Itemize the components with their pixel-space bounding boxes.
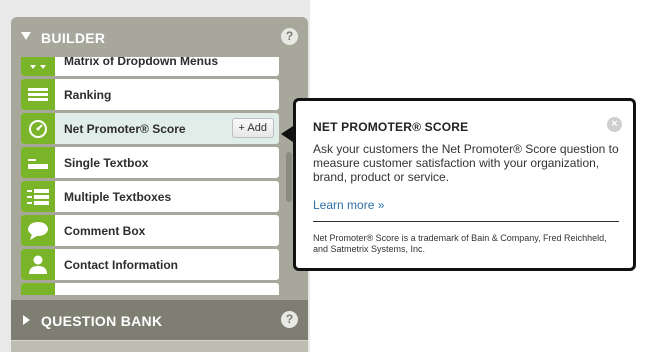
question-type-ranking[interactable]: Ranking	[21, 79, 279, 110]
item-label: Single Textbox	[64, 155, 149, 170]
tooltip-title: NET PROMOTER® SCORE	[313, 120, 469, 134]
close-icon[interactable]: ×	[607, 117, 622, 132]
list-scrollbar[interactable]	[286, 152, 292, 202]
speech-bubble-icon	[21, 215, 55, 246]
ranking-icon	[21, 79, 55, 110]
expand-triangle-icon[interactable]	[23, 315, 30, 325]
partial-item-icon	[21, 283, 55, 295]
learn-more-link[interactable]: Learn more »	[313, 198, 384, 212]
question-type-single-textbox[interactable]: Single Textbox	[21, 147, 279, 178]
add-button[interactable]: + Add	[231, 118, 274, 138]
multiple-textboxes-icon	[21, 181, 55, 212]
person-icon	[21, 249, 55, 280]
builder-header[interactable]: BUILDER ?	[11, 17, 308, 57]
builder-title: BUILDER	[41, 30, 106, 46]
question-bank-help-icon[interactable]: ?	[281, 311, 298, 328]
question-bank-header[interactable]: QUESTION BANK ?	[11, 300, 308, 340]
tooltip-footnote: Net Promoter® Score is a trademark of Ba…	[313, 233, 607, 254]
question-type-multiple-textboxes[interactable]: Multiple Textboxes	[21, 181, 279, 212]
tooltip-divider	[313, 221, 619, 222]
item-label: Multiple Textboxes	[64, 189, 172, 204]
builder-panel: BUILDER ? Matrix of Dropdown Menus Ranki…	[11, 17, 308, 352]
collapse-triangle-icon[interactable]	[21, 32, 31, 40]
tooltip-pointer	[281, 126, 293, 142]
item-label: Ranking	[64, 87, 112, 102]
item-label: Contact Information	[64, 257, 178, 272]
builder-help-icon[interactable]: ?	[281, 28, 298, 45]
item-label: Net Promoter® Score	[64, 121, 186, 136]
question-bank-title: QUESTION BANK	[41, 313, 163, 329]
net-promoter-tooltip: NET PROMOTER® SCORE × Ask your customers…	[293, 98, 636, 271]
panel-bottom-bar	[11, 340, 308, 352]
item-label: Matrix of Dropdown Menus	[64, 57, 218, 68]
question-type-matrix-dropdown[interactable]: Matrix of Dropdown Menus	[21, 57, 279, 76]
gauge-icon	[21, 113, 55, 144]
question-type-contact-information[interactable]: Contact Information	[21, 249, 279, 280]
question-type-net-promoter[interactable]: Net Promoter® Score + Add	[21, 113, 279, 144]
tooltip-description: Ask your customers the Net Promoter® Sco…	[313, 142, 619, 184]
single-textbox-icon	[21, 147, 55, 178]
question-type-comment-box[interactable]: Comment Box	[21, 215, 279, 246]
matrix-dropdown-icon	[21, 57, 55, 76]
item-label: Comment Box	[64, 223, 146, 238]
question-type-list: Matrix of Dropdown Menus Ranking Net Pro…	[21, 57, 279, 295]
question-type-next[interactable]	[21, 283, 279, 295]
